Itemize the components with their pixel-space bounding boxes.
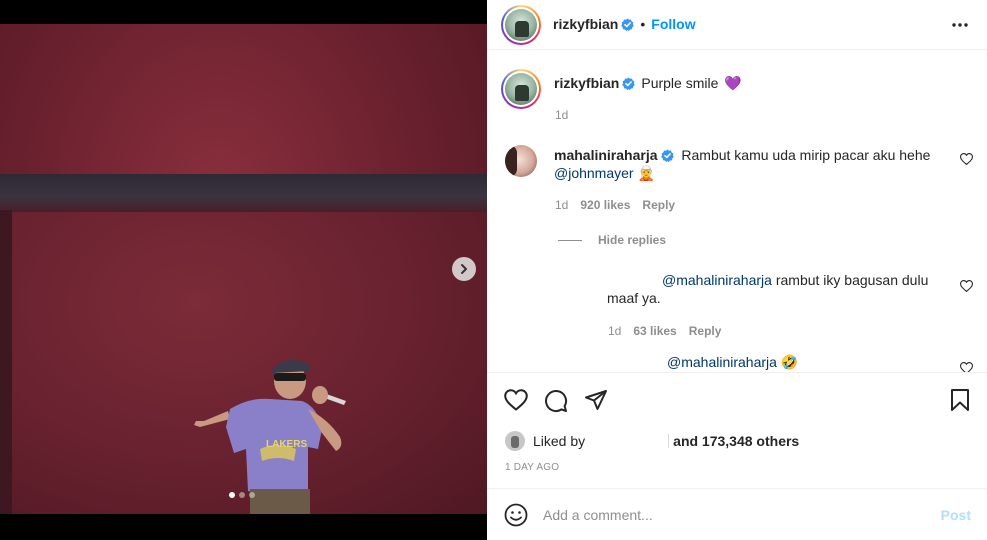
carousel-dot xyxy=(239,492,245,498)
comment-reply-button[interactable]: Reply xyxy=(642,198,675,212)
comment-likes[interactable]: 920 likes xyxy=(580,198,630,212)
caption-time[interactable]: 1d xyxy=(555,108,568,122)
caption-author-avatar[interactable] xyxy=(501,69,541,109)
post-photo[interactable]: LAKERS xyxy=(0,24,487,514)
heart-icon[interactable] xyxy=(504,389,528,411)
carousel-dots xyxy=(229,492,255,498)
verified-badge-icon xyxy=(622,77,636,90)
more-options-icon[interactable] xyxy=(951,18,969,32)
redacted-liker-name[interactable] xyxy=(589,434,670,448)
comment-icon[interactable] xyxy=(544,389,568,413)
emoji-icon[interactable] xyxy=(504,503,528,527)
bookmark-icon[interactable] xyxy=(950,389,970,411)
reply: @mahaliniraharja rambut iky bagusan dulu… xyxy=(607,271,947,307)
comment-username[interactable]: mahaliniraharja xyxy=(554,147,658,163)
post-actions: Liked by and 173,348 others 1 DAY AGO xyxy=(487,372,987,488)
post-details-panel: rizkyfbian • Follow rizkyfbian Purple sm… xyxy=(487,0,987,540)
caption: rizkyfbian Purple smile 💜 xyxy=(554,74,742,92)
hide-replies-button[interactable]: Hide replies xyxy=(558,233,666,247)
liked-by-prefix: Liked by xyxy=(533,433,586,449)
post-timestamp[interactable]: 1 DAY AGO xyxy=(505,462,559,473)
reply-mention[interactable]: @mahaliniraharja xyxy=(667,354,777,370)
commenter-avatar[interactable] xyxy=(505,145,537,177)
verified-badge-icon xyxy=(621,18,635,31)
liked-by-others[interactable]: and 173,348 others xyxy=(673,433,799,449)
author-avatar[interactable] xyxy=(501,5,541,45)
comment: mahaliniraharja Rambut kamu uda mirip pa… xyxy=(554,146,954,182)
comment-text: Rambut kamu uda mirip pacar aku hehe xyxy=(681,147,931,163)
reply-text-line2: maaf ya. xyxy=(607,290,661,306)
reply-likes[interactable]: 63 likes xyxy=(633,324,676,338)
post-comment-button[interactable]: Post xyxy=(941,507,971,523)
comment-meta: 1d 920 likes Reply xyxy=(555,198,675,212)
comment-time[interactable]: 1d xyxy=(555,198,568,212)
stage-truss xyxy=(0,174,487,212)
comment-mention[interactable]: @johnmayer xyxy=(554,165,634,181)
reply-like-heart-icon[interactable] xyxy=(960,362,973,372)
add-comment-bar: Post xyxy=(487,488,987,540)
share-icon[interactable] xyxy=(584,389,608,411)
next-media-button[interactable] xyxy=(452,257,476,281)
reply: @mahaliniraharja 🤣 xyxy=(667,353,798,371)
comments-list[interactable]: rizkyfbian Purple smile 💜 1d mahalinirah… xyxy=(487,51,987,372)
post-media: LAKERS xyxy=(0,0,487,540)
likes-summary: Liked by and 173,348 others xyxy=(505,431,799,451)
comment-emoji: 🧝 xyxy=(637,165,655,181)
purple-heart-emoji: 💜 xyxy=(724,75,742,91)
carousel-dot xyxy=(249,492,255,498)
reply-time[interactable]: 1d xyxy=(608,324,621,338)
chevron-right-icon xyxy=(461,264,467,274)
reply-emoji: 🤣 xyxy=(780,354,799,370)
carousel-dot xyxy=(229,492,235,498)
reply-meta: 1d 63 likes Reply xyxy=(608,324,721,338)
performer-figure: LAKERS xyxy=(194,359,346,514)
liker-avatar[interactable] xyxy=(505,431,525,451)
reply-like-heart-icon[interactable] xyxy=(960,280,973,292)
post-header: rizkyfbian • Follow xyxy=(487,0,987,50)
header-separator: • xyxy=(640,16,646,32)
author-username[interactable]: rizkyfbian xyxy=(553,16,618,32)
comment-input[interactable] xyxy=(543,503,923,527)
reply-reply-button[interactable]: Reply xyxy=(689,324,722,338)
stage-pillar xyxy=(0,210,12,514)
svg-text:LAKERS: LAKERS xyxy=(266,439,307,450)
comment-like-heart-icon[interactable] xyxy=(960,153,973,165)
verified-badge-icon xyxy=(660,149,674,162)
caption-username[interactable]: rizkyfbian xyxy=(554,75,619,91)
reply-mention[interactable]: @mahaliniraharja xyxy=(662,272,772,288)
caption-text: Purple smile xyxy=(641,75,719,91)
replies-divider-line xyxy=(558,239,582,241)
follow-button[interactable]: Follow xyxy=(651,16,695,32)
hide-replies-label: Hide replies xyxy=(598,233,667,247)
reply-text-line1: rambut iky bagusan dulu xyxy=(775,272,929,288)
